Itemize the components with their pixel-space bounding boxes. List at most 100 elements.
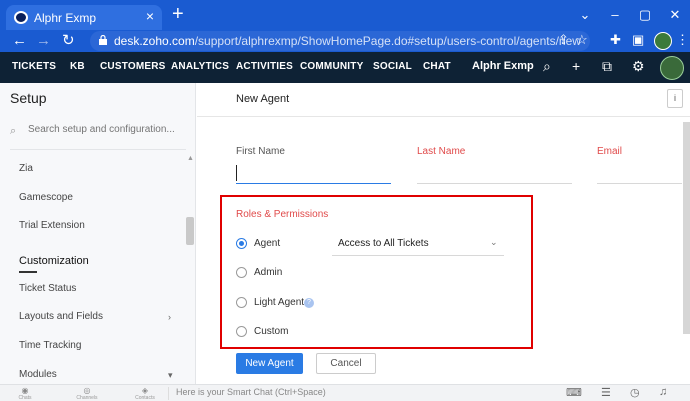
help-icon[interactable]: ? (304, 298, 314, 308)
new-agent-button[interactable]: New Agent (236, 353, 303, 374)
footer-chats[interactable]: ◉ Chats (10, 386, 40, 401)
nav-chat[interactable]: CHAT (423, 61, 451, 72)
maximize-icon[interactable]: ▢ (630, 0, 660, 30)
sidepanel-icon[interactable]: ▣ (632, 32, 644, 48)
role-light-agent-radio[interactable] (236, 297, 247, 308)
url-field[interactable]: desk.zoho.com/support/alphrexmp/ShowHome… (90, 31, 590, 51)
nav-tickets[interactable]: TICKETS (12, 61, 56, 72)
back-icon[interactable]: ← (12, 30, 27, 52)
minimize-icon[interactable]: – (600, 0, 630, 30)
menu-icon[interactable]: ⋮ (676, 32, 689, 48)
nav-kb[interactable]: KB (70, 61, 85, 72)
chat-icon: ◉ (21, 386, 29, 395)
sidebar-scrollbar[interactable] (186, 217, 194, 245)
last-name-field[interactable] (417, 165, 572, 181)
clock-icon[interactable]: ◷ (630, 386, 640, 399)
roles-title: Roles & Permissions (236, 209, 329, 220)
extensions-icon[interactable]: ✚ (610, 32, 621, 48)
lock-icon (99, 35, 107, 45)
setup-sidebar: Setup ⌕ ▲ Zia Gamescope Trial Extension … (0, 83, 196, 384)
sidebar-item-modules[interactable]: Modules (19, 369, 57, 380)
first-name-underline (236, 183, 391, 184)
footer-contacts[interactable]: ◈ Contacts (130, 386, 160, 401)
star-icon[interactable]: ☆ (576, 32, 588, 48)
chevron-down-icon[interactable]: ⌄ (570, 0, 600, 30)
bell-icon[interactable]: ♫ (659, 386, 667, 398)
share-icon[interactable]: ⇪ (558, 32, 569, 48)
sidebar-item-trial-extension[interactable]: Trial Extension (19, 220, 85, 231)
notes-icon[interactable]: ☰ (601, 386, 611, 399)
nav-activities[interactable]: ACTIVITIES (236, 61, 293, 72)
search-icon[interactable]: ⌕ (543, 58, 551, 75)
nav-social[interactable]: SOCIAL (373, 61, 412, 72)
scroll-up-icon[interactable]: ▲ (187, 155, 194, 162)
sidebar-item-ticket-status[interactable]: Ticket Status (19, 283, 76, 294)
chevron-right-icon: › (168, 312, 171, 322)
email-label: Email (597, 146, 623, 157)
search-icon: ⌕ (10, 125, 17, 137)
tab-title: Alphr Exmp (34, 11, 97, 25)
role-agent-radio[interactable] (236, 238, 247, 249)
cancel-button[interactable]: Cancel (316, 353, 376, 374)
add-icon[interactable]: + (572, 58, 580, 74)
close-window-icon[interactable]: ✕ (660, 0, 690, 30)
footer-divider (168, 387, 169, 400)
last-name-label: Last Name (417, 146, 466, 157)
role-custom-label[interactable]: Custom (254, 326, 288, 337)
info-button[interactable]: i (667, 89, 683, 108)
last-name-underline (417, 183, 572, 184)
browser-tab[interactable]: Alphr Exmp × (6, 5, 162, 30)
nav-analytics[interactable]: ANALYTICS (171, 61, 229, 72)
first-name-field[interactable] (236, 165, 391, 181)
url-text: desk.zoho.com/support/alphrexmp/ShowHome… (114, 34, 581, 48)
role-light-agent-label[interactable]: Light Agent (254, 297, 304, 308)
setup-search-input[interactable] (28, 124, 186, 135)
launch-icon[interactable]: ⧉ (602, 58, 612, 75)
sidebar-title: Setup (10, 90, 47, 106)
smart-chat-input[interactable]: Here is your Smart Chat (Ctrl+Space) (176, 387, 326, 397)
group-underline (19, 271, 37, 273)
footer-channels-label: Channels (76, 395, 98, 401)
url-host: desk.zoho.com (114, 34, 195, 48)
org-name[interactable]: Alphr Exmp (472, 60, 534, 72)
footer-contacts-label: Contacts (135, 395, 155, 401)
ticket-access-select[interactable]: Access to All Tickets (338, 238, 429, 249)
sidebar-item-zia[interactable]: Zia (19, 163, 33, 174)
footer-chats-label: Chats (18, 395, 32, 401)
email-field[interactable] (597, 165, 682, 181)
browser-tab-strip: Alphr Exmp × + ⌄ – ▢ ✕ (0, 0, 690, 30)
nav-community[interactable]: COMMUNITY (300, 61, 363, 72)
sidebar-item-layouts-fields[interactable]: Layouts and Fields (19, 311, 103, 322)
first-name-label: First Name (236, 146, 285, 157)
role-admin-radio[interactable] (236, 267, 247, 278)
chevron-down-icon[interactable]: ⌄ (490, 237, 498, 248)
footer-channels[interactable]: ◎ Channels (72, 386, 102, 401)
nav-customers[interactable]: CUSTOMERS (100, 61, 166, 72)
forward-icon[interactable]: → (36, 30, 51, 52)
page-title: New Agent (236, 93, 290, 105)
role-admin-label[interactable]: Admin (254, 267, 282, 278)
tab-close-icon[interactable]: × (146, 8, 154, 24)
setup-search: ⌕ (10, 124, 186, 140)
footer-bar: ◉ Chats ◎ Channels ◈ Contacts Here is yo… (0, 384, 690, 401)
select-underline (332, 255, 504, 256)
gear-icon[interactable]: ⚙ (632, 58, 645, 75)
sidebar-item-gamescope[interactable]: Gamescope (19, 192, 73, 203)
sidebar-divider (10, 149, 186, 150)
sidebar-group-customization: Customization (19, 255, 89, 267)
new-tab-icon[interactable]: + (172, 3, 184, 26)
role-custom-radio[interactable] (236, 326, 247, 337)
main-header: New Agent i (197, 83, 690, 117)
role-agent-label[interactable]: Agent (254, 238, 280, 249)
chevron-down-icon: ▾ (168, 370, 173, 380)
sidebar-item-time-tracking[interactable]: Time Tracking (19, 340, 81, 351)
url-path: /support/alphrexmp/ShowHomePage.do#setup… (194, 34, 581, 48)
email-underline (597, 183, 682, 184)
reload-icon[interactable]: ↻ (62, 30, 75, 52)
profile-avatar[interactable] (654, 32, 672, 50)
user-avatar[interactable] (660, 56, 684, 80)
main-scrollbar[interactable] (683, 122, 690, 334)
keyboard-icon[interactable]: ⌨ (566, 386, 582, 399)
address-bar: ← → ↻ desk.zoho.com/support/alphrexmp/Sh… (0, 30, 690, 52)
channels-icon: ◎ (83, 386, 91, 395)
